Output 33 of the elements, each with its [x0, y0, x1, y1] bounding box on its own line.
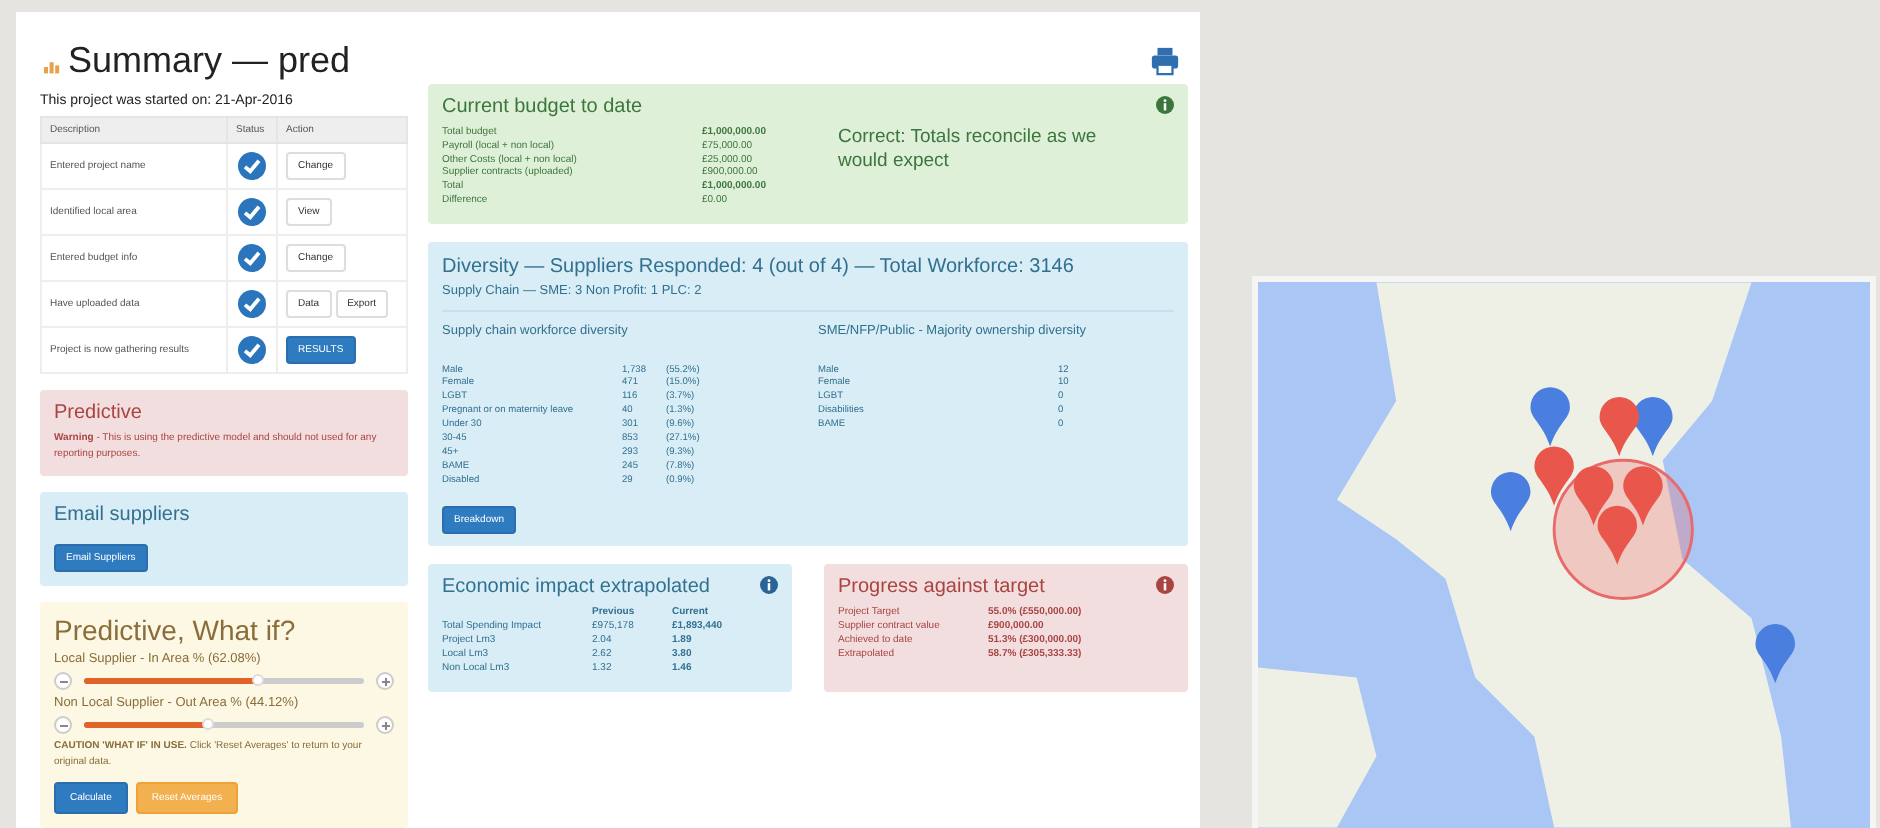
panel-title: Predictive, What if?	[54, 614, 298, 646]
map-pin-icon[interactable]	[1599, 397, 1639, 457]
plus-icon	[379, 675, 391, 687]
decrease-button[interactable]	[54, 672, 72, 690]
map-pin-icon[interactable]	[1490, 472, 1531, 532]
page-title: Summary — pred	[68, 40, 351, 82]
info-icon[interactable]	[1156, 96, 1174, 114]
panel-title: Current budget to date	[442, 96, 643, 118]
panel-title: Predictive	[54, 402, 144, 424]
panel-title: Email suppliers	[54, 504, 192, 526]
map-pin-icon[interactable]	[1623, 466, 1663, 526]
bar-chart-icon	[44, 60, 60, 74]
print-icon[interactable]	[1150, 46, 1180, 76]
panel-title: Economic impact extrapolated	[442, 576, 710, 599]
reconcile-message: Correct: Totals reconcile as we would expect	[838, 126, 1099, 177]
increase-button[interactable]	[376, 716, 394, 734]
info-icon[interactable]	[760, 576, 778, 595]
slider[interactable]	[84, 722, 364, 728]
panel-title: Progress against target	[838, 576, 1045, 599]
info-icon[interactable]	[1156, 576, 1174, 595]
map-pin-icon[interactable]	[1755, 624, 1795, 684]
plus-icon	[379, 719, 391, 731]
minus-icon	[57, 719, 69, 731]
map-pin-icon[interactable]	[1633, 397, 1673, 457]
increase-button[interactable]	[376, 672, 394, 690]
panel-title: Diversity — Suppliers Responded: 4 (out of 4) — Total Workforce: 3146	[442, 255, 1076, 277]
map-pin-icon[interactable]	[1530, 387, 1570, 447]
map-pin-icon[interactable]	[1597, 505, 1638, 565]
minus-icon	[57, 675, 69, 687]
map-pin-icon[interactable]	[1573, 466, 1614, 526]
map-pin-icon[interactable]	[1534, 446, 1574, 506]
slider[interactable]	[84, 678, 364, 684]
decrease-button[interactable]	[54, 716, 72, 734]
